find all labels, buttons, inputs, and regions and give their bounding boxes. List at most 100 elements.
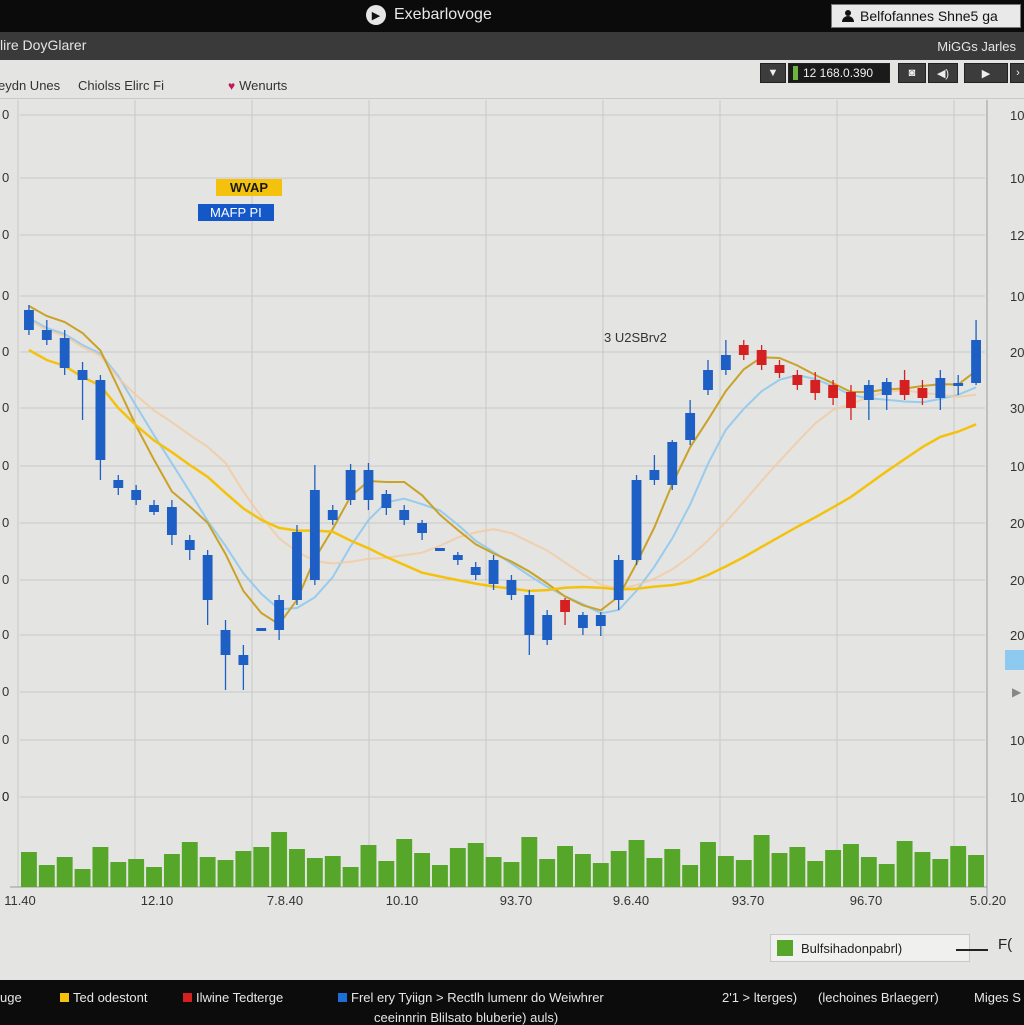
x-tick-label: 10.10 [386, 893, 419, 908]
candle-body [506, 580, 517, 595]
candle-body [452, 555, 463, 560]
status-item-1-label: uge [0, 990, 22, 1005]
ma-line-gold [28, 305, 977, 626]
status-item-4-label: Frel ery Tyiign > Rectlh lumenr do Weiwh… [351, 990, 604, 1005]
volume-bar [289, 849, 305, 887]
user-icon [842, 10, 854, 22]
candle-body [578, 615, 588, 628]
volume-bars [21, 832, 984, 887]
volume-bar [128, 859, 145, 887]
candle-body [899, 380, 910, 395]
candle-body [863, 385, 874, 400]
volume-bar [860, 857, 877, 887]
candle-body [488, 560, 499, 584]
candle-body [238, 655, 249, 665]
x-tick-label: 7.8.40 [267, 893, 303, 908]
legend-trail: F( [998, 936, 1013, 953]
candle-body [435, 548, 445, 551]
volume-bar [771, 853, 788, 887]
candle-body [149, 505, 159, 512]
price-marker [1005, 650, 1024, 670]
volume-bar [557, 846, 573, 887]
status-item-4[interactable]: Frel ery Tyiign > Rectlh lumenr do Weiwh… [338, 990, 604, 1005]
y-tick-label: 10 [1010, 459, 1024, 474]
candle-body [917, 388, 928, 398]
candle-body [363, 470, 374, 500]
x-tick-label: 93.70 [500, 893, 533, 908]
volume-bar [92, 847, 109, 887]
volume-bar [968, 855, 984, 887]
volume-bar [700, 842, 716, 887]
status-item-1[interactable]: uge [0, 990, 22, 1005]
candle-body [935, 378, 946, 398]
volume-bar [38, 865, 55, 887]
volume-bar [592, 863, 609, 887]
status-item-7[interactable]: Miges S [974, 990, 1021, 1005]
status-item-6[interactable]: (lechoines Brlaegerr) [818, 990, 939, 1005]
volume-bar [574, 854, 591, 887]
chart-name[interactable]: lire DoyGlarer [0, 37, 86, 53]
chevron-right-icon[interactable]: ▶ [1012, 685, 1021, 699]
series-legend[interactable]: Bulfsihadonpabrl) [770, 934, 970, 962]
volume-bar [110, 862, 127, 887]
volume-bar [825, 850, 842, 887]
y-tick-label: 0 [2, 400, 9, 415]
app-title: Exebarlovoge [394, 6, 492, 23]
volume-bar [432, 865, 448, 887]
menu-right-label[interactable]: MiGGs Jarles [937, 39, 1016, 54]
candle-body [846, 392, 856, 408]
status-item-5[interactable]: 2'1 > lterges) [722, 990, 797, 1005]
red-swatch [183, 993, 192, 1002]
x-tick-label: 11.40 [4, 893, 36, 908]
volume-bar [843, 844, 859, 887]
x-tick-label: 5.0.20 [970, 893, 1006, 908]
y-tick-label: 10 [1010, 289, 1024, 304]
candle-body [524, 595, 535, 635]
volume-bar [646, 858, 663, 887]
y-tick-label: 0 [2, 732, 9, 747]
candle-body [166, 507, 177, 535]
candle-body [810, 380, 821, 393]
volume-bar [306, 858, 323, 887]
price-chart[interactable]: 00000000000000 101012102030102020201010 … [0, 60, 1024, 980]
volume-bar [360, 845, 377, 887]
y-tick-label: 0 [2, 107, 9, 122]
y-tick-label: 0 [2, 170, 9, 185]
candle-body [613, 560, 624, 600]
y-tick-label: 10 [1010, 790, 1024, 805]
x-tick-label: 96.70 [850, 893, 883, 908]
candle-body [649, 470, 660, 480]
volume-bar [950, 846, 967, 887]
candle-body [703, 370, 713, 390]
volume-bar [539, 859, 556, 887]
title-bar: ▶ Exebarlovoge Belfofannes Shne5 ga [0, 0, 1024, 32]
candle-body [792, 375, 803, 385]
candle-body [309, 490, 320, 580]
user-account-button[interactable]: Belfofannes Shne5 ga [831, 4, 1021, 28]
candle-body [595, 615, 606, 626]
x-axis: 11.40 12.10 7.8.40 10.10 93.70 9.6.40 93.70 96.… [4, 893, 1006, 908]
candle-body [256, 628, 267, 631]
volume-bar [324, 856, 341, 887]
volume-bar [896, 841, 913, 887]
status-item-3[interactable]: Ilwine Tedterge [183, 990, 283, 1005]
candle-body [953, 383, 964, 386]
volume-bar [449, 848, 466, 887]
y-tick-label: 20 [1010, 628, 1024, 643]
candle-body [274, 600, 285, 630]
candle-body [756, 350, 767, 365]
status-item-5-label: 2'1 > lterges) [722, 990, 798, 1005]
ma-line-peach [28, 319, 977, 590]
y-tick-label: 0 [2, 572, 9, 587]
vwap-label[interactable]: WVAP [216, 179, 283, 196]
volume-bar [199, 857, 216, 887]
volume-bar [181, 842, 198, 887]
candle-body [685, 413, 696, 440]
mafp-label[interactable]: MAFP PI [198, 204, 274, 221]
y-tick-label: 0 [2, 288, 9, 303]
candle-body [24, 310, 34, 330]
volume-bar [735, 860, 752, 887]
status-item-2[interactable]: Ted odestont [60, 990, 147, 1005]
play-icon[interactable]: ▶ [366, 5, 386, 25]
candle-body [399, 510, 410, 520]
